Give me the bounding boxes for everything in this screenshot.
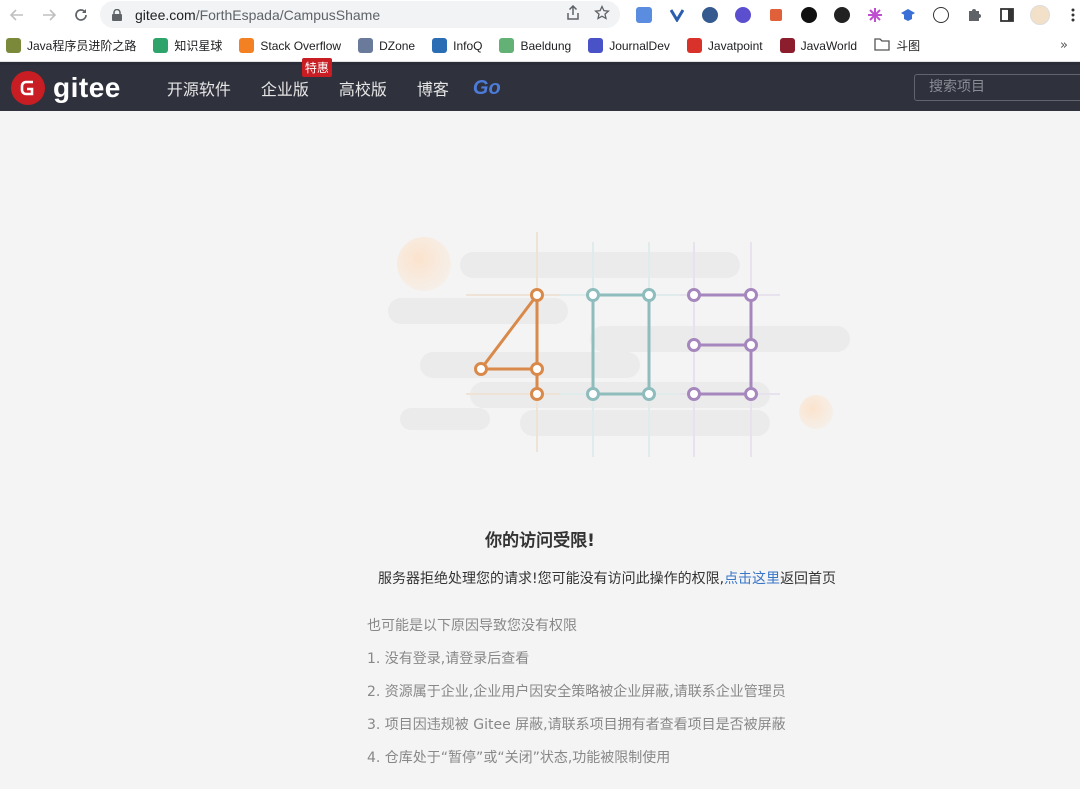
bookmark-favicon-icon [499,38,515,53]
bookmark-item[interactable]: Javatpoint [686,38,763,53]
error-403-illustration [388,232,850,457]
decor-circle [397,237,451,291]
menu-kebab-icon[interactable] [1061,3,1080,27]
folder-icon [874,37,890,54]
bookmark-label: InfoQ [453,38,483,53]
nav-item-enterprise[interactable]: 企业版 特惠 [260,58,332,100]
reason-item: 3. 项目因违规被 Gitee 屏蔽,请联系项目拥有者查看项目是否被屏蔽 [367,717,786,733]
reasons-title: 也可能是以下原因导致您没有权限 [367,618,577,634]
error-page: 你的访问受限! 服务器拒绝处理您的请求!您可能没有访问此操作的权限,点击这里返回… [0,112,1080,789]
bookmark-item[interactable]: Stack Overflow [239,38,341,53]
share-icon[interactable] [566,4,580,25]
error-description-text: 服务器拒绝处理您的请求!您可能没有访问此操作的权限, [378,571,725,587]
bookmark-star-icon[interactable] [594,4,610,25]
bookmark-folder[interactable]: 斗图 [874,37,920,54]
reload-icon[interactable] [68,2,94,28]
translate-extension-icon[interactable] [632,3,656,27]
bookmark-label: DZone [379,38,416,53]
bookmarks-overflow-button[interactable]: » [1060,38,1068,53]
s-extension-icon[interactable] [731,3,755,27]
forward-icon[interactable] [36,2,62,28]
puzzle-icon[interactable] [962,3,986,27]
bookmark-favicon-icon [153,38,169,53]
reasons-list: 也可能是以下原因导致您没有权限 1. 没有登录,请登录后查看 2. 资源属于企业… [367,617,786,782]
decor-circle [799,395,833,429]
site-header: gitee 开源软件 企业版 特惠 高校版 博客 Go 搜索项目 [0,58,1080,111]
bookmark-favicon-icon [358,38,374,53]
cap-extension-icon[interactable] [896,3,920,27]
bookmark-item[interactable]: Java程序员进阶之路 [6,37,136,54]
bookmark-favicon-icon [432,38,448,53]
bookmark-label: Baeldung [520,38,572,53]
bookmark-item[interactable]: JournalDev [588,38,670,53]
bookmark-favicon-icon [239,38,255,53]
nav-item-label: 企业版 [260,80,309,99]
sparkle-extension-icon[interactable] [863,3,887,27]
extensions-bar [632,0,1080,30]
bookmark-item[interactable]: DZone [358,38,415,53]
nav-item-blog[interactable]: 博客 [417,76,449,100]
reason-item: 4. 仓库处于“暂停”或“关闭”状态,功能被限制使用 [367,750,671,766]
search-input[interactable]: 搜索项目 [914,74,1080,101]
v-extension-icon[interactable] [665,3,689,27]
avatar-extension-icon[interactable] [698,3,722,27]
seal-extension-icon[interactable] [929,3,953,27]
promo-badge: 特惠 [301,58,332,77]
play-extension-icon[interactable] [797,3,821,27]
main-nav: 开源软件 企业版 特惠 高校版 博客 Go [167,58,501,100]
bookmark-item[interactable]: JavaWorld [779,38,858,53]
bookmark-favicon-icon [779,38,795,53]
back-home-link[interactable]: 点击这里 [724,571,780,587]
address-bar[interactable]: gitee.com/ForthEspada/CampusShame [100,1,620,28]
chat-extension-icon[interactable] [830,3,854,27]
cloud-stripes [388,252,850,436]
nav-item-open-source[interactable]: 开源软件 [167,76,231,100]
browser-toolbar: gitee.com/ForthEspada/CampusShame [0,0,1080,30]
back-icon[interactable] [4,2,30,28]
side-panel-icon[interactable] [995,3,1019,27]
bookmark-label: JournalDev [609,38,670,53]
error-title: 你的访问受限! [485,531,595,551]
lock-icon [112,8,126,21]
bookmark-label: 斗图 [896,39,921,53]
url-path: /ForthEspada/CampusShame [195,6,381,23]
bookmarks-bar: Java程序员进阶之路 知识星球 Stack Overflow DZone In… [0,30,1080,62]
error-description: 服务器拒绝处理您的请求!您可能没有访问此操作的权限,点击这里返回首页 [378,568,836,588]
error-description-suffix: 返回首页 [780,571,837,587]
gitee-logo-icon [11,71,45,105]
bookmark-favicon-icon [686,38,702,53]
bookmark-label: Java程序员进阶之路 [27,39,137,53]
gitee-logo[interactable]: gitee [11,71,121,105]
bookmark-item[interactable]: InfoQ [432,38,482,53]
bookmark-favicon-icon [588,38,604,53]
url-text: gitee.com/ForthEspada/CampusShame [135,7,380,23]
nav-item-go[interactable]: Go [473,77,501,100]
tree-extension-icon[interactable] [764,3,788,27]
bookmark-label: 知识星球 [174,39,223,53]
bookmark-label: Javatpoint [707,38,763,53]
bookmark-label: Stack Overflow [260,38,342,53]
reason-item: 1. 没有登录,请登录后查看 [367,651,530,667]
nav-item-education[interactable]: 高校版 [339,76,387,100]
url-domain: gitee.com [135,6,196,23]
bookmark-label: JavaWorld [800,38,858,53]
bookmark-item[interactable]: 知识星球 [153,37,222,54]
bookmark-item[interactable]: Baeldung [499,38,571,53]
profile-avatar[interactable] [1028,3,1052,27]
gitee-wordmark: gitee [53,72,121,103]
bookmark-favicon-icon [6,38,21,53]
reason-item: 2. 资源属于企业,企业用户因安全策略被企业屏蔽,请联系企业管理员 [367,684,786,700]
